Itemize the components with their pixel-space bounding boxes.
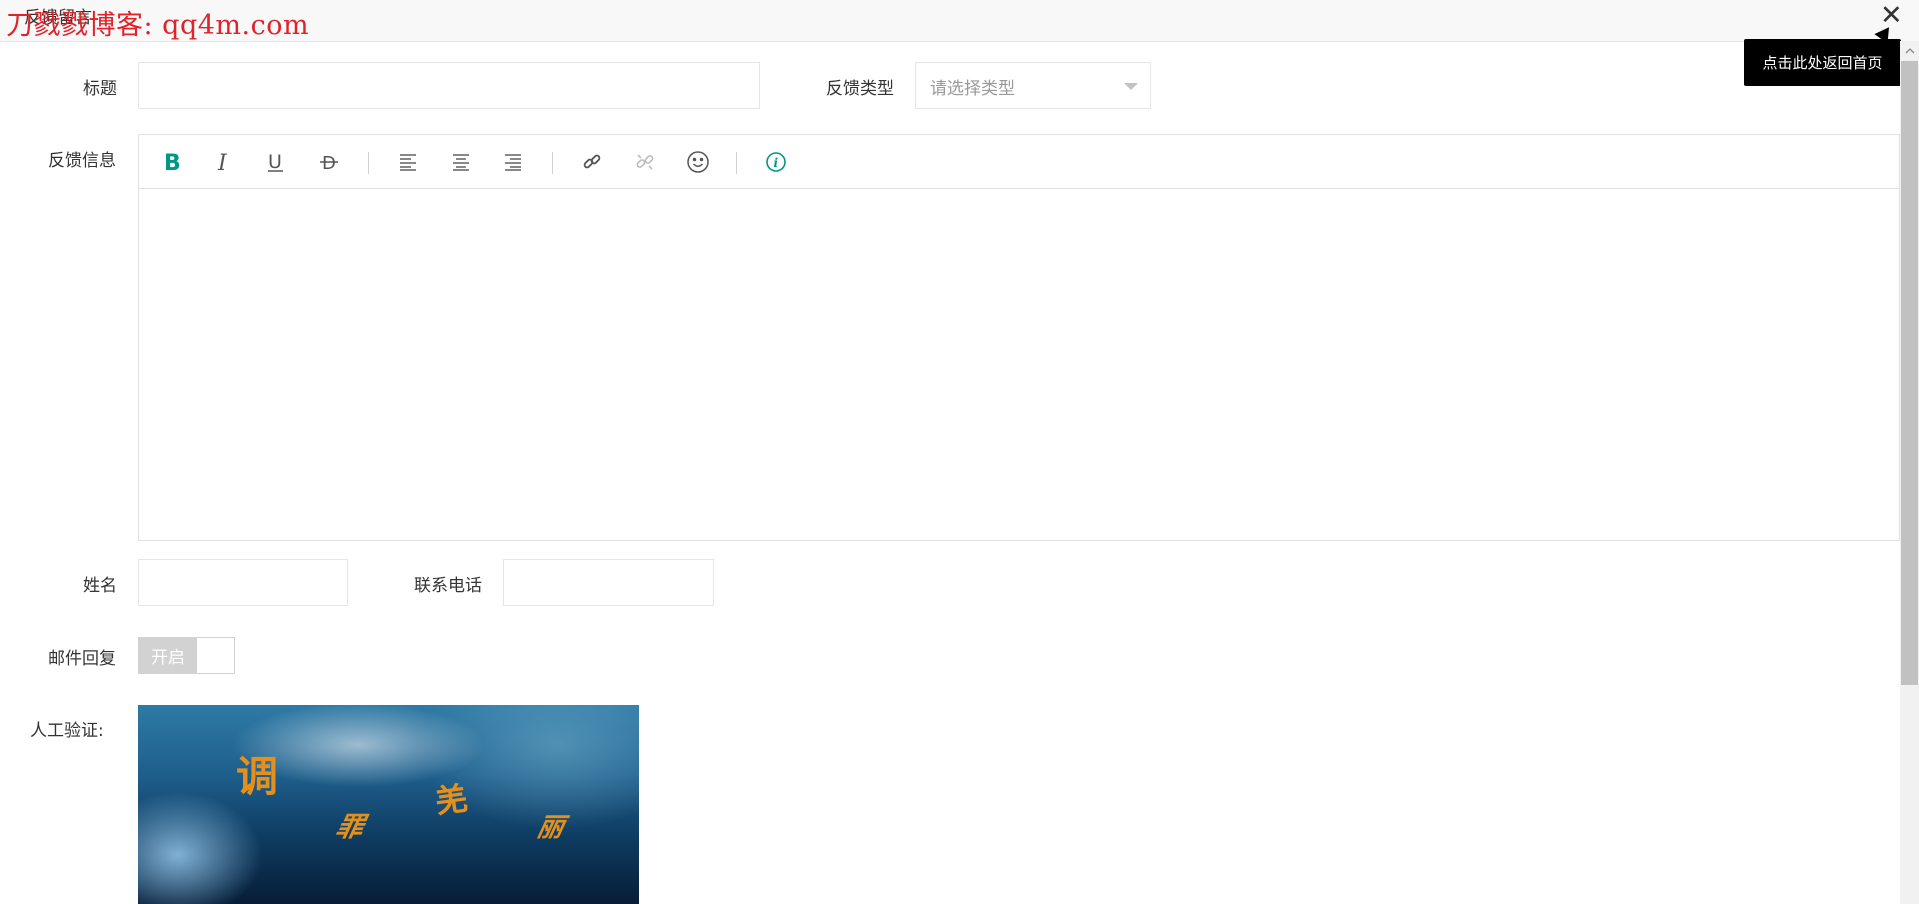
- svg-text:i: i: [774, 156, 779, 170]
- name-input[interactable]: [138, 559, 348, 606]
- watermark: 刀戮戮博客: qq4m.com: [6, 10, 310, 41]
- type-select-placeholder: 请选择类型: [930, 79, 1015, 99]
- underline-icon[interactable]: U: [261, 147, 291, 177]
- scroll-thumb[interactable]: [1901, 61, 1918, 685]
- align-left-icon[interactable]: [393, 147, 423, 177]
- bold-icon[interactable]: B: [158, 147, 188, 177]
- email-reply-toggle[interactable]: 开启: [138, 637, 235, 674]
- phone-label: 联系电话: [414, 576, 482, 596]
- svg-text:D: D: [322, 153, 336, 173]
- svg-text:U: U: [268, 151, 282, 173]
- captcha-char: 羌: [432, 778, 470, 822]
- rich-text-editor: B I U D i: [138, 134, 1900, 541]
- captcha-char: 调: [236, 752, 279, 801]
- type-select[interactable]: 请选择类型: [915, 62, 1151, 109]
- italic-icon[interactable]: I: [209, 147, 239, 177]
- editor-toolbar: B I U D i: [139, 135, 1899, 189]
- top-bar: 反馈留言 刀戮戮博客: qq4m.com ✕: [0, 0, 1919, 42]
- toolbar-divider: [368, 152, 369, 174]
- feedback-label: 反馈信息: [48, 151, 116, 171]
- help-icon[interactable]: i: [761, 147, 791, 177]
- captcha-label: 人工验证:: [30, 721, 104, 741]
- chevron-down-icon: [1124, 83, 1138, 90]
- scroll-up-icon[interactable]: [1900, 41, 1919, 60]
- name-label: 姓名: [83, 576, 117, 596]
- email-reply-label: 邮件回复: [48, 649, 116, 669]
- svg-text:B: B: [164, 151, 181, 173]
- toolbar-divider: [552, 152, 553, 174]
- vertical-scrollbar[interactable]: [1900, 41, 1919, 904]
- link-icon[interactable]: [577, 147, 607, 177]
- captcha-image[interactable]: 调 羌 罪 丽: [138, 705, 639, 904]
- editor-content-area[interactable]: [139, 189, 1899, 540]
- align-center-icon[interactable]: [446, 147, 476, 177]
- svg-text:I: I: [217, 151, 228, 173]
- unlink-icon[interactable]: [630, 147, 660, 177]
- toggle-text: 开启: [139, 638, 197, 673]
- title-label: 标题: [83, 79, 117, 99]
- phone-input[interactable]: [503, 559, 714, 606]
- captcha-char: 丽: [534, 813, 567, 843]
- return-home-tooltip[interactable]: 点击此处返回首页: [1744, 39, 1901, 86]
- toolbar-divider: [736, 152, 737, 174]
- strikethrough-icon[interactable]: D: [314, 147, 344, 177]
- captcha-char: 罪: [333, 812, 367, 843]
- emoji-icon[interactable]: [683, 147, 713, 177]
- align-right-icon[interactable]: [498, 147, 528, 177]
- title-input[interactable]: [138, 62, 760, 109]
- type-label: 反馈类型: [826, 79, 894, 99]
